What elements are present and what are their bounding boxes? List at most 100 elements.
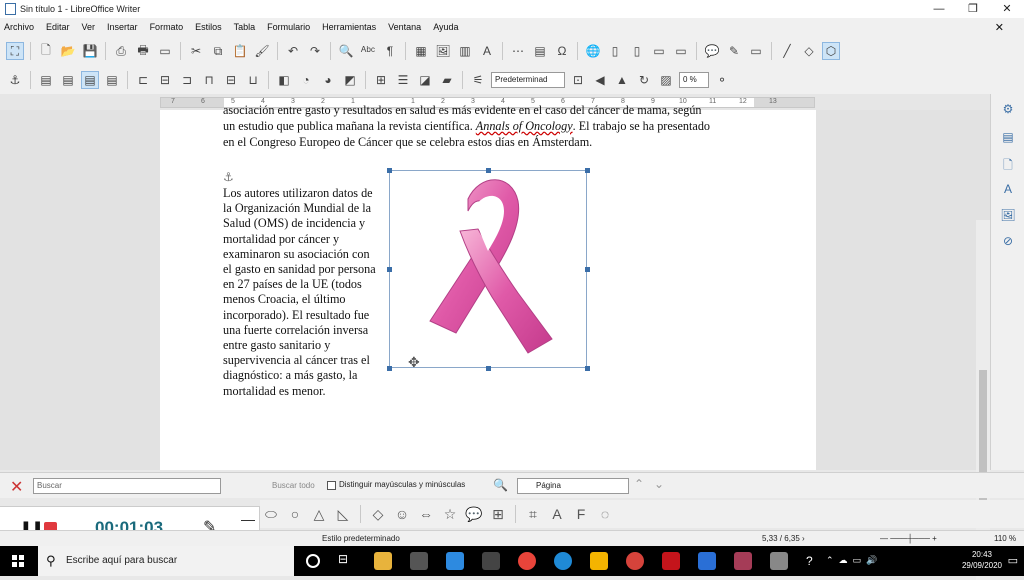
triangle-icon[interactable]: △ [310,505,328,523]
home-icon[interactable] [590,552,608,570]
menu-estilos[interactable]: Estilos [195,22,222,32]
line-style-icon[interactable]: ☰ [394,71,412,89]
writer-taskbar-icon[interactable] [698,552,716,570]
minimize-button[interactable]: — [922,0,956,18]
image-filter-icon[interactable]: ⚟ [469,71,487,89]
store-icon[interactable] [410,552,428,570]
align-bottom-icon[interactable]: ⊔ [244,71,262,89]
color-icon[interactable]: ⚬ [713,71,731,89]
formatting-marks-icon[interactable]: ¶ [381,42,399,60]
find-replace-icon[interactable]: 🔍 [337,42,355,60]
flip-vertical-icon[interactable]: ◀ [591,71,609,89]
crop-image-icon[interactable]: ⊡ [569,71,587,89]
sidebar-page-icon[interactable]: 🗋 [1000,156,1016,172]
edge-icon[interactable] [554,552,572,570]
menu-archivo[interactable]: Archivo [4,22,34,32]
new-document-icon[interactable]: 🗋 [37,42,55,60]
cortana-icon[interactable] [306,554,320,568]
search-scope-select[interactable]: Página [517,478,629,494]
app-icon[interactable] [770,552,788,570]
menu-formulario[interactable]: Formulario [267,22,310,32]
align-left-icon[interactable]: ⊏ [134,71,152,89]
flowchart-icon[interactable]: ⊞ [489,505,507,523]
spellcheck-icon[interactable]: ᴬᵇᶜ [359,42,377,60]
sidebar-styles-icon[interactable]: A [1000,182,1016,198]
arrows-icon[interactable]: ⇔ [417,505,435,523]
mail-icon[interactable] [446,552,464,570]
menu-editar[interactable]: Editar [46,22,70,32]
save-icon[interactable]: 💾 [81,42,99,60]
fontwork-icon[interactable]: F [572,505,590,523]
media-icon[interactable] [482,552,500,570]
insert-textbox-icon[interactable]: A [478,42,496,60]
maximize-button[interactable]: ❐ [956,0,990,18]
insert-table-icon[interactable]: ▦ [412,42,430,60]
flip-horizontal-icon[interactable]: ▲ [613,71,631,89]
resize-handle[interactable] [585,168,590,173]
redo-icon[interactable]: ↷ [306,42,324,60]
special-character-icon[interactable]: Ω [553,42,571,60]
print-preview-icon[interactable]: ▭ [156,42,174,60]
undo-icon[interactable]: ↶ [284,42,302,60]
clone-formatting-icon[interactable]: 🖌 [253,42,271,60]
show-draw-functions-icon[interactable]: ⬡ [822,42,840,60]
diamond-icon[interactable]: ◇ [369,505,387,523]
borders-icon[interactable]: ⊞ [372,71,390,89]
endnote-icon[interactable]: ▯ [628,42,646,60]
insert-field-icon[interactable]: ▤ [531,42,549,60]
smiley-icon[interactable]: ☺ [393,505,411,523]
find-replace-icon[interactable]: 🔍 [493,478,508,492]
menu-insertar[interactable]: Insertar [107,22,138,32]
right-triangle-icon[interactable]: ◺ [334,505,352,523]
search-input[interactable]: Buscar [33,478,221,494]
align-center-icon[interactable]: ⊟ [156,71,174,89]
wrap-optimal-icon[interactable]: ▤ [81,71,99,89]
task-view-icon[interactable]: ⊟ [338,552,356,570]
resize-handle[interactable] [585,267,590,272]
transparency-input[interactable]: 0 % [679,72,709,88]
menu-herramientas[interactable]: Herramientas [322,22,376,32]
find-all-button[interactable]: Buscar todo [272,481,315,490]
paragraph-intro[interactable]: asociación entre gasto y resultados en s… [223,103,763,150]
windows-start-icon[interactable] [12,555,24,567]
callout-icon[interactable]: 💬 [465,505,483,523]
resize-handle[interactable] [387,168,392,173]
send-to-back-icon[interactable]: ◩ [341,71,359,89]
extrusion-icon[interactable]: ◌ [596,505,614,523]
comment-icon[interactable]: 💬 [703,42,721,60]
wrap-through-icon[interactable]: ▤ [103,71,121,89]
star-icon[interactable]: ☆ [441,505,459,523]
header-footer-icon[interactable]: ▭ [747,42,765,60]
circle-icon[interactable]: ○ [286,505,304,523]
menu-ver[interactable]: Ver [82,22,96,32]
ellipse-icon[interactable]: ⬭ [262,505,280,523]
align-right-icon[interactable]: ⊐ [178,71,196,89]
resize-handle[interactable] [387,366,392,371]
match-case-checkbox[interactable] [327,481,336,490]
file-explorer-icon[interactable] [374,552,392,570]
taskbar-clock[interactable]: 20:43 29/09/2020 [962,549,1002,571]
sidebar-navigator-icon[interactable]: ⊘ [1000,234,1016,250]
notifications-icon[interactable]: ▭ [1008,554,1018,567]
selected-image-frame[interactable] [387,168,590,371]
menu-ventana[interactable]: Ventana [388,22,421,32]
resize-handle[interactable] [585,366,590,371]
menu-formato[interactable]: Formato [150,22,184,32]
align-middle-icon[interactable]: ⊟ [222,71,240,89]
open-folder-icon[interactable]: 📂 [59,42,77,60]
recorder-taskbar-icon[interactable] [734,552,752,570]
sidebar-gallery-icon[interactable]: 🖼 [1000,208,1016,224]
transparency-icon[interactable]: ▨ [657,71,675,89]
system-tray-icons[interactable]: ⌃☁▭🔊 [826,555,882,566]
sidebar-properties-icon[interactable]: ▤ [1000,130,1016,146]
close-find-icon[interactable]: ✕ [10,477,23,497]
help-icon[interactable]: ? [806,554,813,568]
wrap-page-icon[interactable]: ▤ [59,71,77,89]
resize-handle[interactable] [486,168,491,173]
anchor-icon[interactable]: ⚓ [223,170,234,184]
close-button[interactable]: ✕ [990,0,1024,18]
taskbar-search[interactable]: ⚲ Escribe aquí para buscar [38,546,294,576]
bring-to-front-icon[interactable]: ◧ [275,71,293,89]
text-box-icon[interactable]: A [548,505,566,523]
document-page[interactable]: asociación entre gasto y resultados en s… [160,103,816,470]
